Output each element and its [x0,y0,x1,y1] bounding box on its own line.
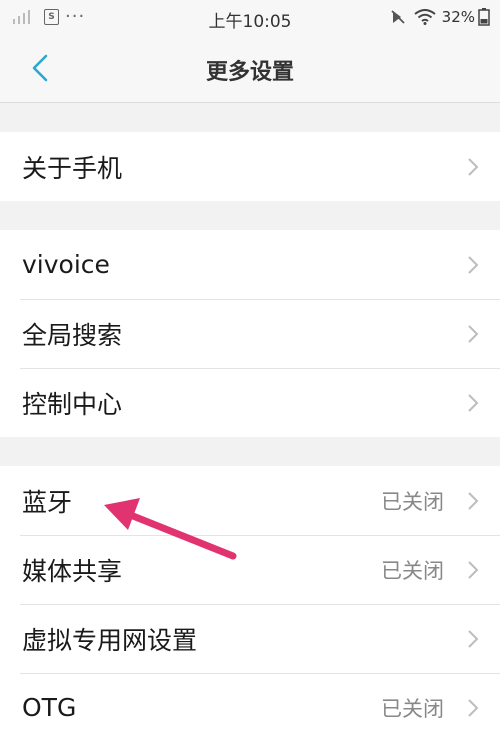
setting-row-global-search[interactable]: 全局搜索 [0,299,500,368]
setting-label: 虚拟专用网设置 [22,625,198,655]
section-divider [0,201,500,230]
setting-status: 已关闭 [381,696,444,721]
setting-row-vpn[interactable]: 虚拟专用网设置 [0,604,500,673]
setting-label: 关于手机 [22,153,123,183]
setting-status: 已关闭 [381,558,444,583]
setting-label: vivoice [22,250,110,279]
setting-label: 蓝牙 [22,487,73,517]
setting-row-otg[interactable]: OTG 已关闭 [0,673,500,742]
setting-status: 已关闭 [381,489,444,514]
section-divider [0,437,500,466]
setting-row-bluetooth[interactable]: 蓝牙 已关闭 [0,466,500,535]
wifi-icon [414,9,436,25]
status-bar: S ··· 上午10:05 32% [0,0,500,36]
settings-list: 关于手机 vivoice 全局搜索 控制中心 蓝牙 已关闭 媒体共享 已关闭 虚… [0,103,500,742]
chevron-right-icon [468,324,479,343]
battery-percent: 32% [441,8,475,26]
setting-label: 全局搜索 [22,320,123,350]
chevron-right-icon [468,698,479,717]
chevron-right-icon [468,255,479,274]
section-divider [0,103,500,132]
setting-row-control-center[interactable]: 控制中心 [0,368,500,437]
mute-icon [391,10,405,24]
setting-label: 媒体共享 [22,556,123,586]
battery-icon [478,8,490,26]
setting-label: 控制中心 [22,389,123,419]
setting-row-media-sharing[interactable]: 媒体共享 已关闭 [0,535,500,604]
chevron-right-icon [468,393,479,412]
chevron-right-icon [468,560,479,579]
chevron-right-icon [468,491,479,510]
page-title: 更多设置 [205,60,294,85]
chevron-right-icon [468,629,479,648]
nav-bar: 更多设置 [0,36,500,103]
status-right-icons: 32% [390,8,490,26]
setting-row-about-phone[interactable]: 关于手机 [0,132,500,201]
chevron-right-icon [468,157,479,176]
setting-row-vivoice[interactable]: vivoice [0,230,500,299]
